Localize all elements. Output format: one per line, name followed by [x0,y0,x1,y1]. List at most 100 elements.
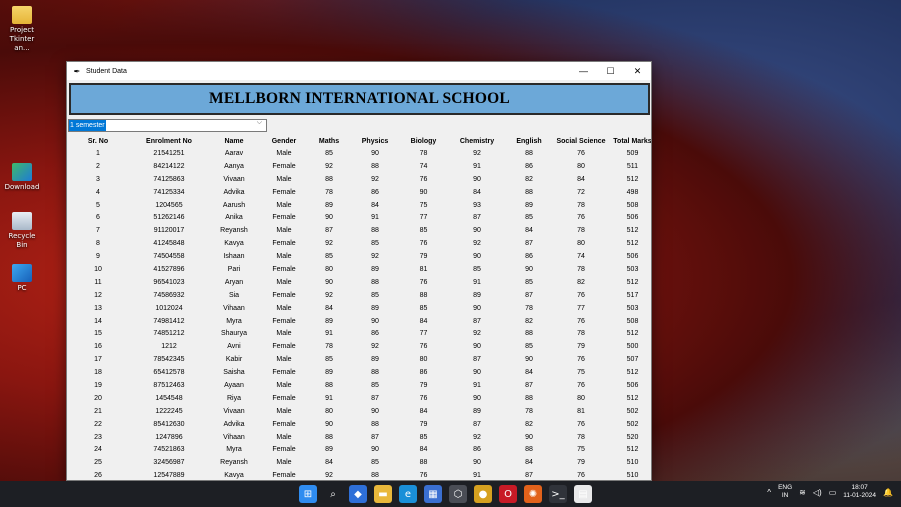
table-cell: Aanya [224,162,244,170]
terminal-icon[interactable]: >_ [549,485,567,503]
table-cell: 78 [419,149,428,157]
table-cell: 88 [419,459,428,467]
table-cell: 87 [473,356,481,364]
feather-icon: ✒ [73,66,81,76]
table-cell: 88 [525,149,533,157]
battery-icon[interactable]: ▭ [829,488,837,497]
table-cell: 72 [577,188,585,196]
language-code: ENG [778,484,793,491]
desktop-icon-label: Download [4,183,40,191]
table-cell: Aarush [222,201,246,209]
student-data-window: ✒ Student Data — ☐ ✕ MELLBORN INTERNATIO… [66,61,652,481]
table-cell: 90 [473,253,481,261]
chrome-icon[interactable]: ● [474,485,492,503]
desktop-icon-download[interactable]: Download [2,163,42,192]
wifi-icon[interactable]: ≋ [799,488,806,497]
table-cell: Male [276,175,292,183]
table-cell: 1012024 [155,304,183,312]
table-row: 8 41245848 Kavya Female 92 85 76 92 87 80 512 [67,237,651,250]
table-cell: Female [272,291,296,299]
semester-dropdown[interactable]: 1 semester ⌵ [68,119,267,132]
table-cell: 84 [419,317,428,325]
table-cell: Female [272,343,296,351]
language-indicator[interactable]: ENG IN [778,484,792,500]
table-cell: 21541251 [153,149,185,157]
table-cell: 508 [626,201,639,209]
chevron-down-icon[interactable]: ⌵ [257,119,262,127]
table-cell: 88 [525,394,533,402]
table-cell: 85 [473,265,481,273]
table-cell: 80 [577,394,585,402]
table-cell: 75 [577,446,585,454]
table-cell: 90 [371,149,379,157]
table-cell: 74504558 [153,253,185,261]
table-cell: 76 [577,317,585,325]
start-button[interactable]: ⊞ [299,485,317,503]
column-header: Physics [361,138,389,145]
table-cell: 517 [626,291,639,299]
search-button[interactable]: ⌕ [324,485,342,503]
store-icon[interactable]: ▦ [424,485,442,503]
minimize-button[interactable]: — [570,62,597,80]
clock[interactable]: 18:07 11-01-2024 [843,484,876,500]
table-cell: 24 [94,446,102,454]
table-cell: 21 [94,407,102,415]
chevron-up-icon[interactable]: ^ [767,488,771,497]
table-cell: 84 [325,459,333,467]
semester-selected-value: 1 semester [69,120,106,131]
table-cell: 84 [525,227,533,235]
settings-icon[interactable]: ⬡ [449,485,467,503]
volume-icon[interactable]: ◁) [813,488,822,497]
table-cell: 88 [371,369,379,377]
table-cell: 506 [626,381,639,389]
notification-bell-icon[interactable]: 🔔 [883,488,893,497]
table-cell: Female [272,162,296,170]
close-button[interactable]: ✕ [624,62,651,80]
opera-icon[interactable]: O [499,485,517,503]
table-cell: 88 [371,278,379,286]
table-cell: 91 [473,381,481,389]
table-cell: 1454548 [155,394,183,402]
table-cell: 1247896 [155,433,183,441]
table-cell: 80 [325,265,333,273]
table-cell: 12547889 [153,472,185,480]
table-cell: Vihaan [223,433,245,441]
title-bar[interactable]: ✒ Student Data — ☐ ✕ [67,62,651,80]
table-cell: 92 [371,343,379,351]
table-cell: 85 [525,343,533,351]
taskbar: ⊞ ⌕ ◆ ▬ e ▦ ⬡ ● O ✺ >_ ▤ ^ ENG IN ≋ ◁) ▭ 18:07 11-0… [0,481,901,507]
table-row: 17 78542345 Kabir Male 85 89 80 87 90 76 507 [67,353,651,366]
table-cell: 1222245 [155,407,183,415]
firefox-icon[interactable]: ✺ [524,485,542,503]
desktop-icon-pc[interactable]: PC [2,264,42,293]
table-cell: 76 [577,149,585,157]
widgets-icon[interactable]: ◆ [349,485,367,503]
table-cell: 76 [577,356,585,364]
table-cell: 78 [577,227,585,235]
region-code: IN [781,492,789,499]
table-row: 25 32456987 Reyansh Male 84 85 88 90 84 79 510 [67,456,651,469]
table-cell: 90 [473,459,481,467]
table-cell: 77 [419,330,428,338]
desktop-icon-project-folder[interactable]: Project Tkinter an... [2,6,42,53]
table-cell: 32456987 [153,459,185,467]
maximize-button[interactable]: ☐ [597,62,624,80]
desktop-icon-recycle-bin[interactable]: Recycle Bin [2,212,42,250]
table-cell: 12 [94,291,102,299]
table-row: 18 65412578 Saisha Female 89 88 86 90 84 75 512 [67,366,651,379]
table-cell: 25 [94,459,102,467]
clock-date: 11-01-2024 [843,492,877,499]
table-cell: 85412630 [153,420,185,428]
notepad-icon[interactable]: ▤ [574,485,592,503]
table-cell: Female [272,472,296,480]
table-cell: 89 [325,369,333,377]
table-cell: Vivaan [223,407,245,415]
table-cell: 85 [325,253,333,261]
table-cell: 92 [325,472,333,480]
file-explorer-icon[interactable]: ▬ [374,485,392,503]
edge-icon[interactable]: e [399,485,417,503]
table-cell: 74125863 [153,175,185,183]
table-row: 21 1222245 Vivaan Male 80 90 84 89 78 81 502 [67,405,651,418]
table-cell: Male [276,407,292,415]
column-header: Social Science [556,138,606,145]
